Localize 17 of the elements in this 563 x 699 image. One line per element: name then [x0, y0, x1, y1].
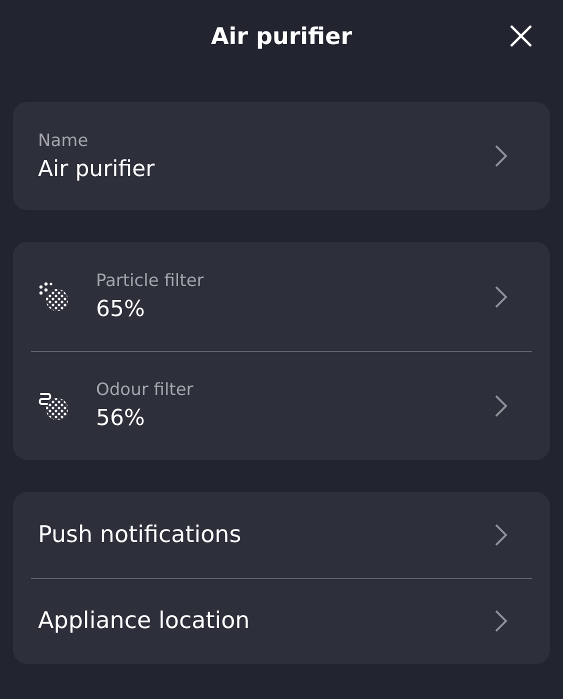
window-title: Air purifier	[210, 24, 352, 50]
field-value: Air purifier	[38, 156, 156, 182]
filter-value: 56%	[96, 406, 146, 431]
name-card[interactable]: Name Air purifier	[13, 102, 550, 210]
chevron-icon	[494, 144, 508, 168]
chevron-icon	[494, 284, 508, 308]
settings-item[interactable]: Appliance location	[38, 608, 494, 634]
chevron-icon	[494, 523, 508, 547]
chevron-icon	[494, 609, 508, 633]
filter-label: Particle filter	[96, 271, 205, 291]
chevron-icon	[494, 394, 508, 418]
filter-label: Odour filter	[96, 380, 194, 400]
filter-value: 65%	[96, 297, 146, 322]
settings-item[interactable]: Push notifications	[38, 522, 494, 548]
close-button[interactable]	[509, 24, 533, 48]
field-label: Name	[38, 130, 90, 150]
filter-icon	[38, 280, 70, 312]
